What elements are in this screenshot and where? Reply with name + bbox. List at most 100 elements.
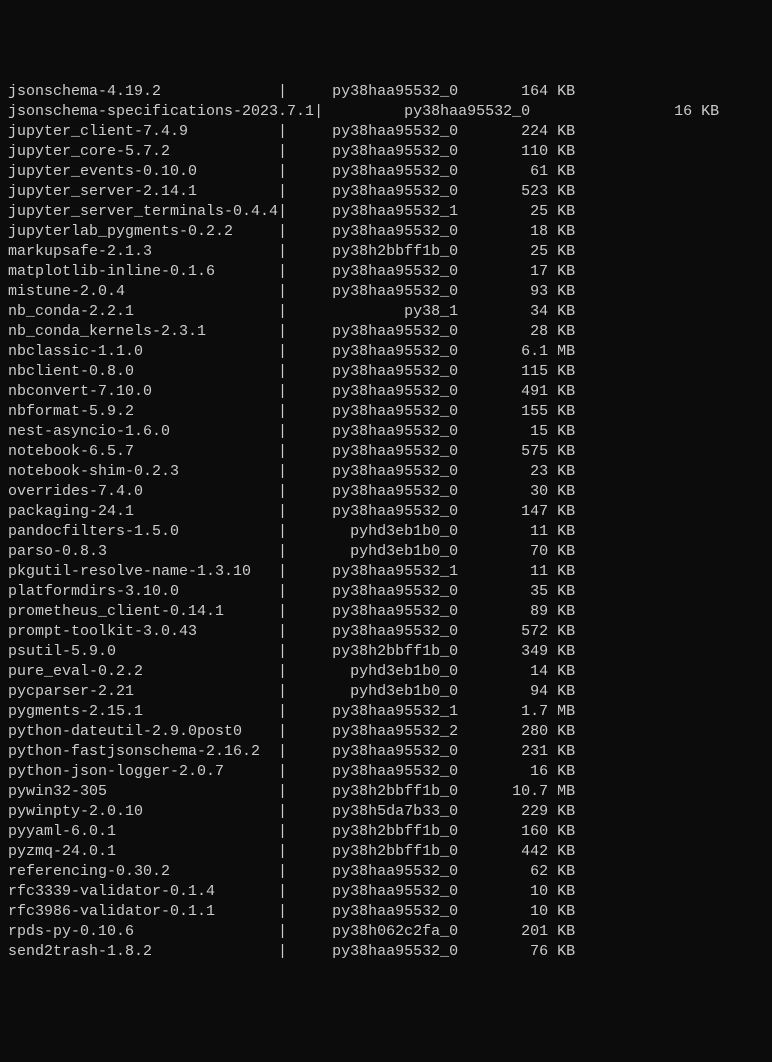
package-size: 23 KB (458, 463, 575, 480)
column-separator: | (278, 463, 287, 480)
column-separator: | (278, 583, 287, 600)
column-separator: | (278, 903, 287, 920)
package-row: pywin32-305 | py38h2bbff1b_0 10.7 MB (8, 782, 764, 802)
package-build: py38haa95532_0 (287, 223, 458, 240)
package-name: platformdirs-3.10.0 (8, 583, 278, 600)
package-build: py38h2bbff1b_0 (287, 843, 458, 860)
package-row: psutil-5.9.0 | py38h2bbff1b_0 349 KB (8, 642, 764, 662)
package-build: py38haa95532_0 (287, 483, 458, 500)
column-separator: | (278, 523, 287, 540)
package-build: py38haa95532_0 (287, 343, 458, 360)
column-separator: | (278, 483, 287, 500)
package-row: notebook-6.5.7 | py38haa95532_0 575 KB (8, 442, 764, 462)
package-name: pywin32-305 (8, 783, 278, 800)
column-separator: | (278, 143, 287, 160)
package-row: pyyaml-6.0.1 | py38h2bbff1b_0 160 KB (8, 822, 764, 842)
package-row: rfc3339-validator-0.1.4 | py38haa95532_0… (8, 882, 764, 902)
package-size: 10 KB (458, 903, 575, 920)
package-row: python-json-logger-2.0.7 | py38haa95532_… (8, 762, 764, 782)
package-name: pandocfilters-1.5.0 (8, 523, 278, 540)
column-separator: | (278, 123, 287, 140)
package-size: 61 KB (458, 163, 575, 180)
package-size: 16 KB (530, 103, 719, 120)
package-build: py38haa95532_1 (287, 703, 458, 720)
package-row: mistune-2.0.4 | py38haa95532_0 93 KB (8, 282, 764, 302)
package-row: pygments-2.15.1 | py38haa95532_1 1.7 MB (8, 702, 764, 722)
package-build: py38haa95532_0 (287, 903, 458, 920)
package-size: 10 KB (458, 883, 575, 900)
package-name: notebook-6.5.7 (8, 443, 278, 460)
column-separator: | (278, 663, 287, 680)
package-row: pycparser-2.21 | pyhd3eb1b0_0 94 KB (8, 682, 764, 702)
package-name: python-fastjsonschema-2.16.2 (8, 743, 278, 760)
package-name: jsonschema-specifications-2023.7.1 (8, 103, 314, 120)
package-build: py38haa95532_0 (287, 743, 458, 760)
column-separator: | (278, 723, 287, 740)
package-size: 155 KB (458, 403, 575, 420)
package-build: py38haa95532_0 (287, 943, 458, 960)
package-name: psutil-5.9.0 (8, 643, 278, 660)
package-name: rpds-py-0.10.6 (8, 923, 278, 940)
package-name: jupyter_server_terminals-0.4.4 (8, 203, 278, 220)
column-separator: | (278, 183, 287, 200)
package-name: packaging-24.1 (8, 503, 278, 520)
package-size: 1.7 MB (458, 703, 575, 720)
package-row: nbconvert-7.10.0 | py38haa95532_0 491 KB (8, 382, 764, 402)
package-row: jupyter_server-2.14.1 | py38haa95532_0 5… (8, 182, 764, 202)
package-size: 229 KB (458, 803, 575, 820)
package-build: py38haa95532_0 (323, 103, 530, 120)
package-row: pure_eval-0.2.2 | pyhd3eb1b0_0 14 KB (8, 662, 764, 682)
package-build: py38haa95532_0 (287, 123, 458, 140)
package-build: py38haa95532_0 (287, 463, 458, 480)
package-size: 11 KB (458, 563, 575, 580)
package-name: pyzmq-24.0.1 (8, 843, 278, 860)
package-row: jsonschema-4.19.2 | py38haa95532_0 164 K… (8, 82, 764, 102)
package-name: send2trash-1.8.2 (8, 943, 278, 960)
package-name: prompt-toolkit-3.0.43 (8, 623, 278, 640)
package-size: 76 KB (458, 943, 575, 960)
column-separator: | (278, 443, 287, 460)
package-name: parso-0.8.3 (8, 543, 278, 560)
package-name: pygments-2.15.1 (8, 703, 278, 720)
column-separator: | (278, 943, 287, 960)
package-size: 18 KB (458, 223, 575, 240)
package-size: 25 KB (458, 203, 575, 220)
package-build: py38haa95532_0 (287, 83, 458, 100)
package-build: pyhd3eb1b0_0 (287, 543, 458, 560)
package-build: py38haa95532_0 (287, 363, 458, 380)
package-row: jupyter_server_terminals-0.4.4| py38haa9… (8, 202, 764, 222)
package-row: nest-asyncio-1.6.0 | py38haa95532_0 15 K… (8, 422, 764, 442)
column-separator: | (278, 223, 287, 240)
package-name: python-json-logger-2.0.7 (8, 763, 278, 780)
package-row: nbclient-0.8.0 | py38haa95532_0 115 KB (8, 362, 764, 382)
package-size: 224 KB (458, 123, 575, 140)
package-size: 28 KB (458, 323, 575, 340)
package-size: 34 KB (458, 303, 575, 320)
column-separator: | (278, 623, 287, 640)
package-row: nb_conda-2.2.1 | py38_1 34 KB (8, 302, 764, 322)
column-separator: | (278, 843, 287, 860)
package-size: 523 KB (458, 183, 575, 200)
package-build: pyhd3eb1b0_0 (287, 523, 458, 540)
package-build: py38haa95532_0 (287, 263, 458, 280)
package-size: 201 KB (458, 923, 575, 940)
column-separator: | (278, 323, 287, 340)
package-size: 25 KB (458, 243, 575, 260)
package-name: nbclassic-1.1.0 (8, 343, 278, 360)
package-row: platformdirs-3.10.0 | py38haa95532_0 35 … (8, 582, 764, 602)
package-row: referencing-0.30.2 | py38haa95532_0 62 K… (8, 862, 764, 882)
package-name: nb_conda_kernels-2.3.1 (8, 323, 278, 340)
package-build: py38haa95532_0 (287, 863, 458, 880)
package-build: py38haa95532_1 (287, 563, 458, 580)
column-separator: | (278, 763, 287, 780)
package-size: 89 KB (458, 603, 575, 620)
package-name: matplotlib-inline-0.1.6 (8, 263, 278, 280)
package-name: rfc3986-validator-0.1.1 (8, 903, 278, 920)
package-build: py38haa95532_0 (287, 283, 458, 300)
column-separator: | (278, 823, 287, 840)
package-name: jupyter_core-5.7.2 (8, 143, 278, 160)
package-row: markupsafe-2.1.3 | py38h2bbff1b_0 25 KB (8, 242, 764, 262)
package-name: referencing-0.30.2 (8, 863, 278, 880)
package-build: py38h2bbff1b_0 (287, 243, 458, 260)
column-separator: | (278, 83, 287, 100)
